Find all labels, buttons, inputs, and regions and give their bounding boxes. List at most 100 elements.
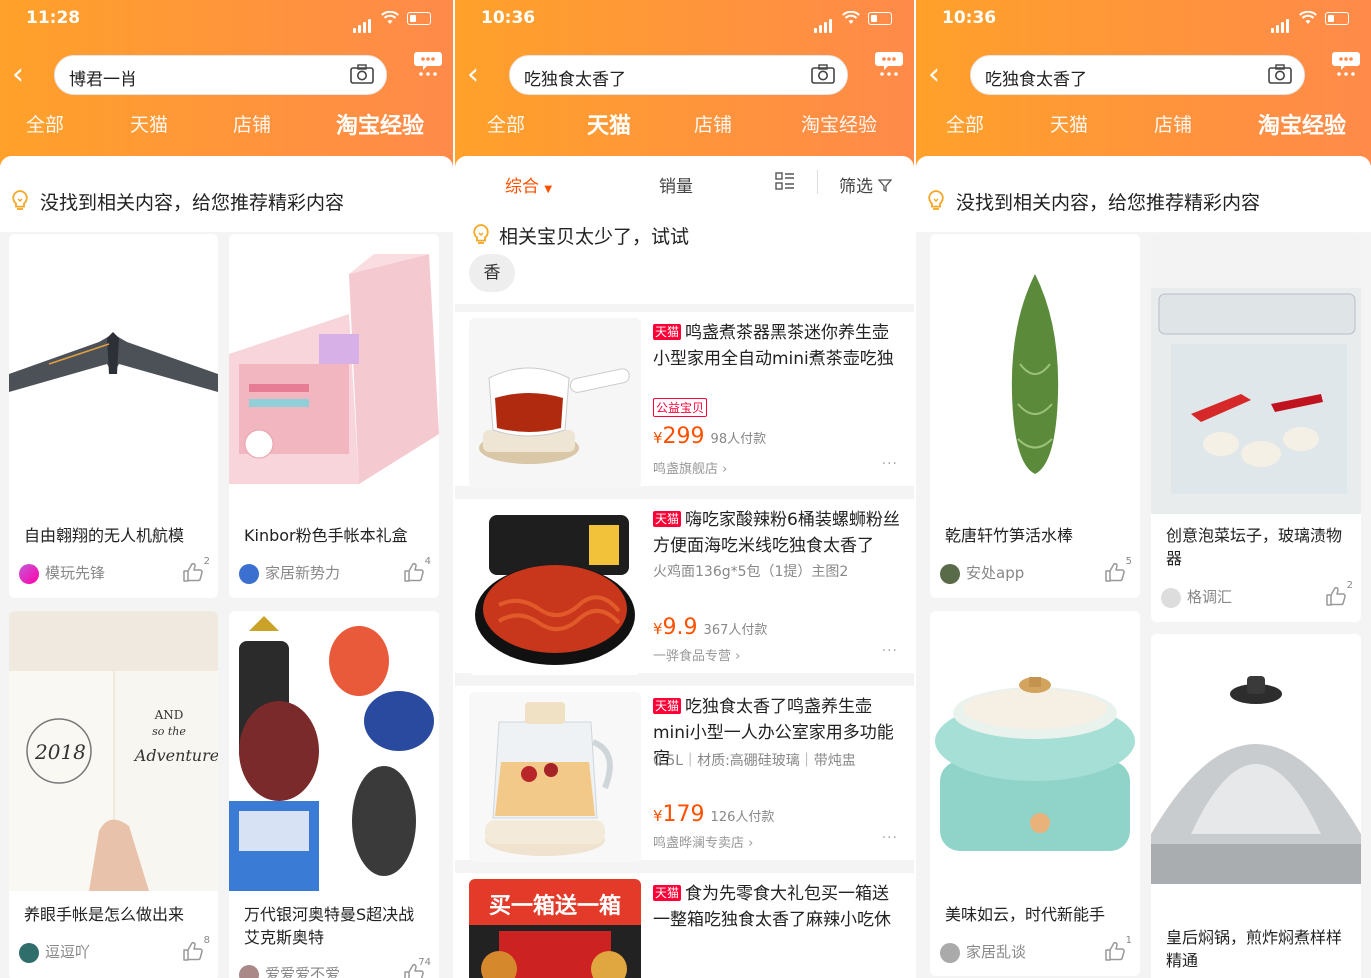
toy-figures-image (229, 611, 439, 891)
status-icons (353, 10, 433, 33)
card-title: 乾唐轩竹笋活水棒 (945, 526, 1074, 545)
status-bar: 10:36 (942, 8, 1351, 33)
card-source: 模玩先锋 (19, 562, 105, 584)
card-title: Kinbor粉色手帐本礼盒 (244, 526, 408, 545)
more-options-icon[interactable]: ··· (882, 830, 898, 846)
suggestion-tip: 相关宝贝太少了，试试 香 (455, 208, 914, 304)
status-time: 11:28 (26, 8, 81, 28)
currency-symbol: ¥ (653, 429, 663, 447)
message-more-icon[interactable] (1331, 48, 1361, 78)
search-tabs: 全部 天猫 店铺 淘宝经验 (916, 110, 1371, 140)
shop-link[interactable]: 一骅食品专营 › (653, 645, 740, 664)
filter-button[interactable]: 筛选 (839, 172, 893, 197)
search-input[interactable]: 吃独食太香了 (509, 55, 848, 95)
feed-card[interactable]: 皇后焖锅，煎炸焖煮样样精通 (1151, 634, 1361, 978)
svg-text:AND: AND (154, 708, 184, 722)
feed-card[interactable]: 万代银河奥特曼S超决战艾克斯奥特 爱爱爱不爱 74 (229, 611, 439, 978)
sort-sales[interactable]: 销量 (659, 172, 693, 197)
tip-text: 相关宝贝太少了，试试 (499, 226, 690, 248)
avatar (19, 563, 39, 584)
product-item[interactable]: 天猫 吃独食太香了鸣盏养生壶mini小型一人办公室家用多功能宿 0.5L｜材质:高… (455, 686, 914, 862)
signal-icon (814, 13, 834, 33)
feed-card[interactable]: 创意泡菜坛子，玻璃渍物器 格调汇 2 (1151, 234, 1361, 622)
divider (817, 170, 818, 194)
like-button[interactable]: 8 (182, 935, 210, 961)
suggestion-chip[interactable]: 香 (469, 254, 515, 292)
sort-bar: 综合 ▼ 销量 筛选 (455, 156, 914, 208)
search-query: 吃独食太香了 (985, 70, 1087, 90)
camera-icon[interactable] (1268, 64, 1292, 84)
price: ¥179 126人付款 (653, 802, 774, 827)
feed-card[interactable]: 2018 AND so the Adventure 养眼手帐是怎么做出来 逗逗吖… (9, 611, 218, 978)
search-input[interactable]: 博君一肖 (54, 55, 387, 95)
like-count: 74 (418, 957, 431, 968)
product-item[interactable]: 天猫 嗨吃家酸辣粉6桶装螺蛳粉丝方便面海吃米线吃独食太香了 火鸡面136g*5包（… (455, 499, 914, 675)
more-options-icon[interactable]: ··· (882, 643, 898, 659)
gift-box-image (229, 234, 439, 504)
like-button[interactable]: 4 (403, 556, 431, 582)
like-button[interactable]: 2 (1325, 580, 1353, 606)
list-view-icon[interactable] (775, 172, 795, 190)
thumbs-up-icon (1104, 941, 1126, 961)
back-arrow-icon[interactable]: ‹ (12, 60, 34, 90)
feed-card[interactable]: 自由翱翔的无人机航模 模玩先锋 2 (9, 234, 218, 598)
header: 10:36 ‹ 吃独食太香了 全部 天猫 店铺 淘宝经验 (916, 0, 1371, 168)
signal-icon (1271, 13, 1291, 33)
search-input[interactable]: 吃独食太香了 (970, 55, 1305, 95)
sold-count: 367人付款 (703, 623, 768, 638)
tab-tmall[interactable]: 天猫 (1050, 110, 1088, 137)
tab-all[interactable]: 全部 (946, 110, 984, 137)
shop-link[interactable]: 鸣盏旗舰店 › (653, 458, 727, 477)
feed-card[interactable]: 乾唐轩竹笋活水棒 安处app 5 (930, 234, 1140, 598)
shop-name: 一骅食品专营 (653, 649, 732, 664)
tab-taobao-experience[interactable]: 淘宝经验 (1258, 108, 1346, 140)
product-item[interactable]: 天猫 鸣盏煮茶器黑茶迷你养生壶小型家用全自动mini煮茶壶吃独 公益宝贝 ¥299… (455, 312, 914, 488)
status-icons (1271, 10, 1351, 33)
chevron-right-icon: › (722, 462, 728, 477)
back-arrow-icon[interactable]: ‹ (467, 60, 489, 90)
message-more-icon[interactable] (874, 48, 904, 78)
tab-all[interactable]: 全部 (487, 110, 525, 137)
tab-shops[interactable]: 店铺 (694, 110, 732, 137)
tab-taobao-experience[interactable]: 淘宝经验 (801, 110, 877, 137)
tab-tmall[interactable]: 天猫 (587, 108, 631, 140)
card-title: 自由翱翔的无人机航模 (24, 526, 185, 545)
message-more-icon[interactable] (413, 48, 443, 78)
tmall-badge: 天猫 (653, 511, 682, 527)
camera-icon[interactable] (350, 64, 374, 84)
thumbs-up-icon (1104, 562, 1126, 582)
like-button[interactable]: 2 (182, 556, 210, 582)
stew-pot-image (1151, 634, 1361, 914)
tab-taobao-experience[interactable]: 淘宝经验 (336, 108, 424, 140)
journal-image: 2018 AND so the Adventure (9, 611, 218, 891)
camera-icon[interactable] (811, 64, 835, 84)
thumbs-up-icon (182, 562, 204, 582)
notice-text: 没找到相关内容，给您推荐精彩内容 (956, 192, 1261, 214)
funnel-icon (878, 179, 893, 193)
tmall-badge: 天猫 (653, 885, 682, 901)
tab-shops[interactable]: 店铺 (1154, 110, 1192, 137)
sort-comprehensive[interactable]: 综合 ▼ (505, 172, 552, 197)
content-area: 没找到相关内容，给您推荐精彩内容 乾唐轩竹笋活水棒 安处app 5 创意泡菜坛子… (916, 156, 1371, 978)
card-source: 格调汇 (1161, 586, 1232, 608)
feed-card[interactable]: Kinbor粉色手帐本礼盒 家居新势力 4 (229, 234, 439, 598)
pickle-jar-image (1151, 234, 1361, 514)
feed-card[interactable]: 美味如云，时代新能手 家居乱谈 1 (930, 611, 1140, 976)
like-button[interactable]: 74 (403, 957, 431, 978)
more-options-icon[interactable]: ··· (882, 456, 898, 472)
tab-tmall[interactable]: 天猫 (130, 110, 168, 137)
tab-shops[interactable]: 店铺 (233, 110, 271, 137)
charity-tag: 公益宝贝 (653, 398, 708, 417)
card-title: 皇后焖锅，煎炸焖煮样样精通 (1166, 928, 1343, 970)
like-button[interactable]: 5 (1104, 556, 1132, 582)
search-query: 博君一肖 (69, 70, 137, 90)
like-button[interactable]: 1 (1104, 935, 1132, 961)
shop-link[interactable]: 鸣盏晔澜专卖店 › (653, 832, 753, 851)
notice-text: 没找到相关内容，给您推荐精彩内容 (40, 192, 345, 214)
product-item[interactable]: 买一箱送一箱 天猫 食为先零食大礼包买一箱送一整箱吃独食太香了麻辣小吃休 (455, 873, 914, 978)
tab-all[interactable]: 全部 (26, 110, 64, 137)
source-name: 逗逗吖 (45, 943, 91, 961)
lightbulb-icon (10, 188, 30, 212)
back-arrow-icon[interactable]: ‹ (928, 60, 950, 90)
source-name: 家居乱谈 (966, 943, 1027, 961)
